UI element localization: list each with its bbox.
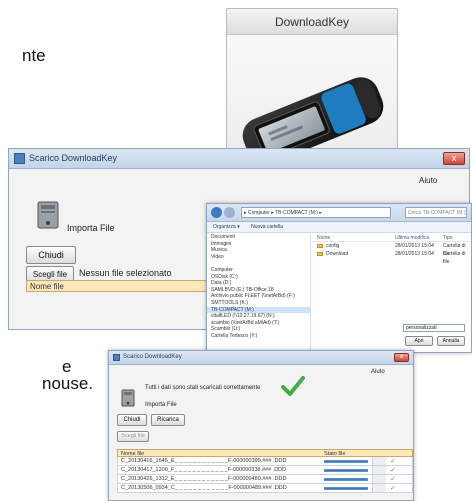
folder-row[interactable]: config 28/01/2013 15:04 Cartella di file — [313, 242, 471, 257]
app-icon — [113, 354, 120, 361]
folder-icon — [317, 243, 323, 248]
result-window-titlebar: Scarico DownloadKey x — [109, 351, 413, 365]
folder-icon — [317, 251, 323, 256]
choose-file-button[interactable]: Scegli file — [117, 431, 149, 442]
import-file-label: Importa File — [67, 223, 115, 233]
user-icon — [372, 466, 386, 474]
nav-item[interactable]: Musica — [207, 247, 310, 254]
explorer-toolbar: Organizza ▾ Nuova cartella — [207, 222, 471, 233]
nav-item[interactable]: Archivio public FLEET (\\netArBd) (F:) — [207, 293, 310, 300]
column-name[interactable]: Nome — [317, 234, 330, 242]
checkmark-icon — [281, 376, 305, 396]
explorer-file-list: Nome Ultima modifica Tipo config 28/01/2… — [313, 234, 471, 352]
progress-bar — [324, 460, 368, 463]
organize-menu[interactable]: Organizza ▾ — [213, 224, 240, 230]
main-window-title: Scarico DownloadKey — [29, 153, 118, 163]
column-type[interactable]: Tipo — [443, 234, 453, 242]
check-icon: ✓ — [390, 476, 396, 483]
import-file-label: Importa File — [145, 402, 177, 408]
menu-help[interactable]: Aiuto — [419, 176, 437, 185]
progress-bar — [324, 469, 368, 472]
nav-item[interactable]: OSDisk (C:) — [207, 274, 310, 281]
nav-item[interactable]: scambio (\\netArBd.aMiAd) (T:) — [207, 320, 310, 327]
close-window-button[interactable]: x — [394, 353, 409, 362]
nav-item[interactable]: Scambio (U:) — [207, 326, 310, 333]
nav-item[interactable]: Video — [207, 254, 310, 261]
search-field[interactable]: Cerca TB-COMPACT (M:) — [405, 207, 467, 218]
nav-item[interactable]: Data (D:) — [207, 280, 310, 287]
forward-arrow-icon[interactable] — [224, 207, 235, 218]
nav-item[interactable]: Documenti — [207, 234, 310, 241]
app-icon — [14, 153, 25, 164]
folder-row[interactable]: Download 28/01/2013 15:04 Cartella di fi… — [313, 250, 471, 265]
progress-bar — [324, 487, 368, 490]
downloaded-files-table: Nome file Stato file C_20130416_1646_E_ … — [117, 449, 413, 493]
result-window: Scarico DownloadKey x Aiuto Tutti i dati… — [108, 350, 414, 501]
file-type-select[interactable]: personalizzati — [403, 324, 465, 332]
menu-help[interactable]: Aiuto — [371, 369, 385, 375]
table-header: Nome file Stato file — [117, 449, 413, 457]
cancel-button[interactable]: Annulla — [437, 336, 465, 346]
explorer-nav-pane: Documenti Immagini Musica Video Computer… — [207, 234, 311, 352]
user-icon — [372, 457, 386, 465]
column-modified[interactable]: Ultima modifica — [395, 234, 429, 242]
text-fragment-bottom: nouse. — [42, 374, 94, 393]
table-row[interactable]: C_20130426_1312_E_ _ _ _ _ _ _ _ _ _ _ _… — [117, 475, 413, 484]
computer-icon — [37, 201, 59, 229]
check-icon: ✓ — [390, 467, 396, 474]
nav-item[interactable]: Cartella Tedesco (Y:) — [207, 333, 310, 340]
check-icon: ✓ — [390, 458, 396, 465]
user-icon — [372, 475, 386, 483]
success-message: Tutti i dati sono stati scaricati corret… — [145, 385, 261, 391]
check-icon: ✓ — [390, 485, 396, 492]
text-fragment-top: nte — [22, 46, 46, 65]
result-window-title: Scarico DownloadKey — [123, 354, 182, 360]
back-arrow-icon[interactable] — [211, 207, 222, 218]
main-window-titlebar: Scarico DownloadKey x — [9, 149, 469, 169]
nav-item[interactable]: Immagini — [207, 241, 310, 248]
progress-bar — [324, 478, 368, 481]
explorer-address-bar: ▸ Computer ▸ TB-COMPACT (M:) ▸ Cerca TB-… — [207, 204, 471, 222]
reload-button[interactable]: Ricarica — [151, 414, 185, 426]
file-list-columns: Nome Ultima modifica Tipo — [313, 234, 471, 242]
nav-item[interactable]: SMTTOOLS (K:) — [207, 300, 310, 307]
file-list-header: Nome file — [26, 280, 226, 292]
nav-item[interactable]: SAMLBVD (E:) TB-Office.18 — [207, 287, 310, 294]
close-button[interactable]: Chiudi — [117, 414, 147, 426]
open-button[interactable]: Apri — [405, 336, 433, 346]
close-button[interactable]: Chiudi — [26, 246, 76, 264]
nav-item[interactable]: vitalfLED (\\10.27.19.67) (N:) — [207, 313, 310, 320]
new-folder-button[interactable]: Nuova cartella — [251, 224, 283, 230]
table-row[interactable]: C_20130416_1646_E_ _ _ _ _ _ _ _ _ _ _ _… — [117, 457, 413, 466]
user-icon — [372, 484, 386, 492]
card-title: DownloadKey — [227, 9, 397, 35]
computer-icon — [121, 389, 135, 407]
nav-item-selected[interactable]: TB-COMPACT (M:) — [207, 306, 310, 314]
no-file-selected-text: Nessun file selezionato — [79, 268, 172, 278]
file-open-dialog: ▸ Computer ▸ TB-COMPACT (M:) ▸ Cerca TB-… — [206, 203, 472, 353]
close-window-button[interactable]: x — [443, 152, 465, 165]
nav-item[interactable]: Computer — [207, 267, 310, 274]
table-row[interactable]: C_20130417_1200_F_ _ _ _ _ _ _ _ _ _ _ _… — [117, 466, 413, 475]
table-row[interactable]: C_20130506_0934_C_ _ _ _ _ _ _ _ _ _ _ _… — [117, 484, 413, 493]
address-field[interactable]: ▸ Computer ▸ TB-COMPACT (M:) ▸ — [241, 207, 391, 218]
